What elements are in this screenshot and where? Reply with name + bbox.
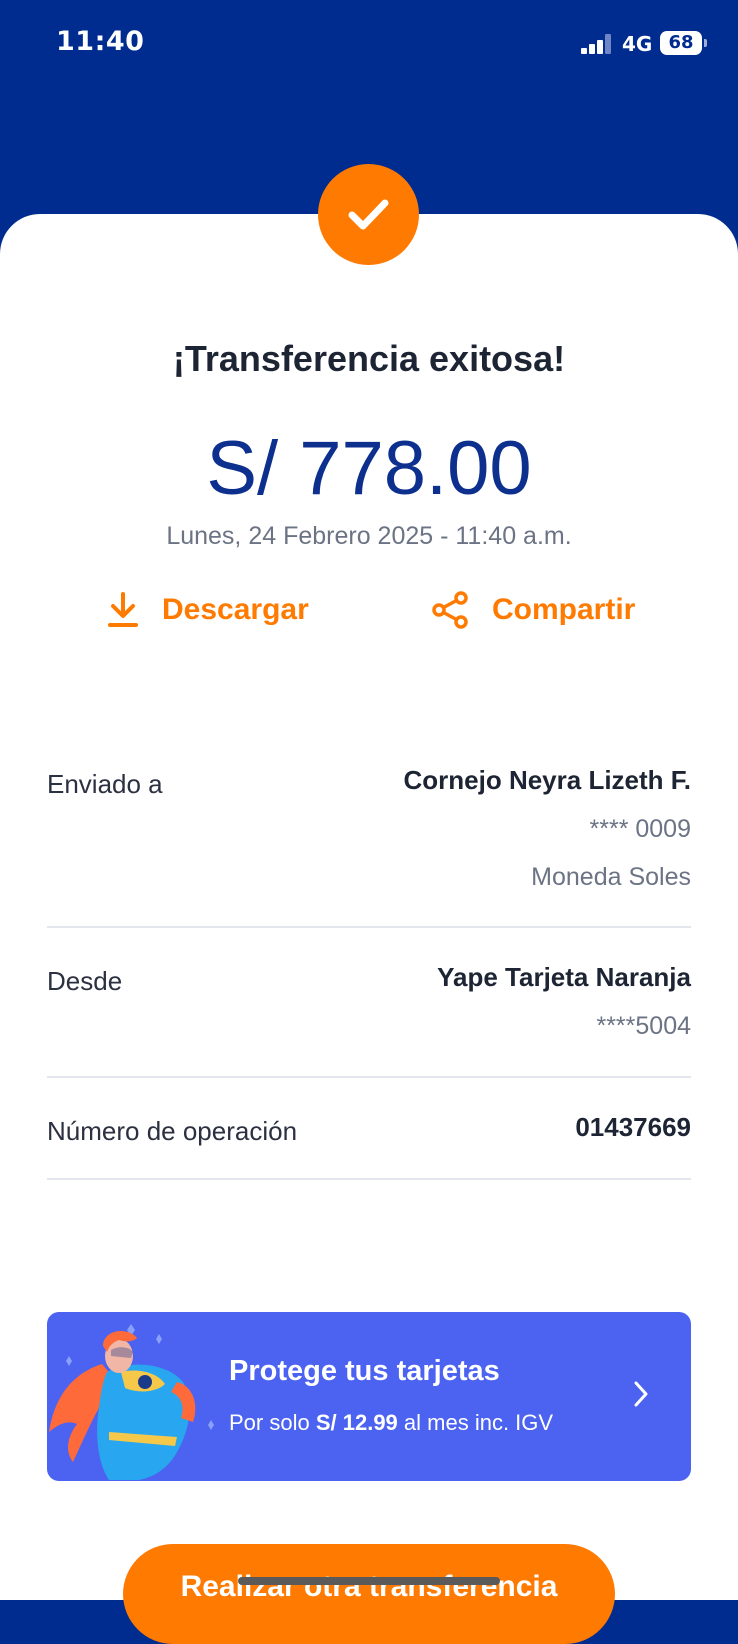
transfer-amount: S/ 778.00: [206, 426, 532, 511]
promo-subtitle: Por solo S/ 12.99 al mes inc. IGV: [229, 1410, 553, 1436]
divider: [47, 926, 691, 928]
new-transfer-button[interactable]: Realizar otra transferencia: [123, 1544, 615, 1644]
recipient-account: **** 0009: [589, 815, 691, 843]
share-button[interactable]: Compartir: [430, 590, 635, 630]
operation-label: Número de operación: [47, 1116, 298, 1146]
home-indicator: [238, 1577, 500, 1585]
promo-title: Protege tus tarjetas: [229, 1355, 500, 1387]
status-time: 11:40: [56, 26, 145, 57]
download-label: Descargar: [162, 593, 309, 626]
from-label: Desde: [47, 966, 123, 996]
network-type: 4G: [622, 32, 653, 56]
operation-number: 01437669: [575, 1112, 691, 1142]
battery-level: 68: [668, 32, 694, 53]
divider: [47, 1178, 691, 1180]
recipient-currency: Moneda Soles: [531, 863, 691, 891]
transfer-datetime: Lunes, 24 Febrero 2025 - 11:40 a.m.: [166, 522, 572, 550]
status-bar: 11:40 4G 68: [0, 0, 738, 90]
detail-from: Desde Yape Tarjeta Naranja ****5004: [47, 962, 691, 1052]
recipient-name: Cornejo Neyra Lizeth F.: [403, 765, 692, 795]
source-card-number: ****5004: [596, 1012, 691, 1040]
promo-sub-prefix: Por solo: [229, 1410, 310, 1435]
download-icon: [108, 592, 138, 627]
divider: [47, 1076, 691, 1078]
check-icon: [348, 199, 389, 230]
superhero-illustration: [49, 1324, 214, 1480]
detail-operation: Número de operación 01437669: [47, 1112, 691, 1162]
download-button[interactable]: Descargar: [106, 590, 309, 630]
signal-icon: [581, 34, 615, 54]
promo-price: S/ 12.99: [315, 1410, 398, 1435]
battery-tip: [704, 39, 707, 47]
share-label: Compartir: [492, 593, 636, 626]
promo-banner-protect-cards[interactable]: Protege tus tarjetas Por solo S/ 12.99 a…: [47, 1312, 691, 1481]
success-badge: [318, 164, 419, 265]
detail-sent-to: Enviado a Cornejo Neyra Lizeth F. **** 0…: [47, 765, 691, 895]
sent-to-label: Enviado a: [47, 769, 163, 799]
success-title: ¡Transferencia exitosa!: [172, 338, 566, 379]
battery-icon: 68: [660, 31, 702, 55]
chevron-right-icon: [634, 1381, 648, 1407]
source-card-name: Yape Tarjeta Naranja: [437, 962, 691, 992]
share-icon: [432, 591, 468, 629]
promo-sub-suffix: al mes inc. IGV: [403, 1410, 554, 1435]
